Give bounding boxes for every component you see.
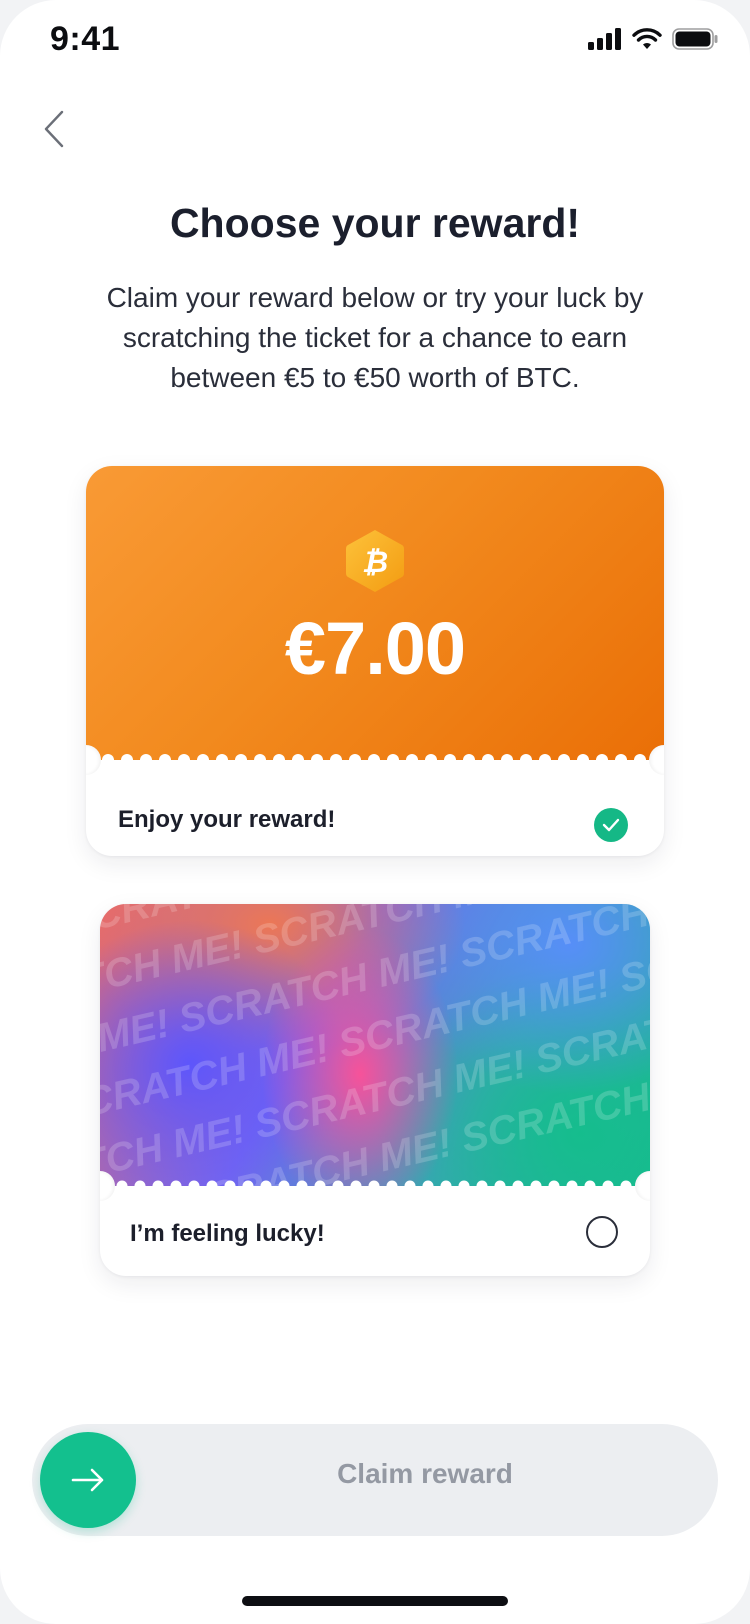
- reward-card-banner: ₿ €7.00: [86, 466, 664, 760]
- chevron-left-icon: [44, 110, 64, 148]
- battery-icon: [672, 28, 718, 50]
- scratch-ticket[interactable]: SCRATCH ME! SCRATCH ME! SCRATCH ME! SCRA…: [100, 904, 650, 1186]
- reward-card-label: Enjoy your reward!: [118, 806, 336, 833]
- page-title: Choose your reward!: [169, 200, 581, 246]
- claim-slider-knob[interactable]: [40, 1432, 136, 1528]
- perforation-divider: [116, 1180, 632, 1192]
- signal-icon: [588, 28, 621, 50]
- bitcoin-icon: ₿: [346, 530, 404, 592]
- arrow-right-icon: [71, 1468, 104, 1492]
- lucky-card[interactable]: SCRATCH ME! SCRATCH ME! SCRATCH ME! SCRA…: [100, 904, 650, 1276]
- lucky-card-label: I’m feeling lucky!: [130, 1220, 325, 1247]
- reward-card[interactable]: ₿ €7.00 Enjoy your reward!: [86, 466, 664, 856]
- back-button[interactable]: [36, 106, 72, 152]
- selected-check-radio[interactable]: [594, 808, 628, 842]
- claim-reward-label: Claim reward: [337, 1458, 513, 1489]
- status-icons: [588, 28, 718, 50]
- svg-text:₿: ₿: [362, 546, 388, 579]
- perforation-divider: [102, 754, 646, 766]
- reward-screen: 9:41 Choose your reward! Claim your rewa…: [0, 0, 750, 1624]
- lucky-radio-button[interactable]: [586, 1216, 618, 1248]
- page-subtitle: Claim your reward below or try your luck…: [106, 282, 644, 393]
- status-time: 9:41: [50, 20, 121, 58]
- claim-reward-slider[interactable]: Claim reward: [32, 1424, 718, 1536]
- reward-amount: €7.00: [284, 607, 466, 690]
- scratch-pattern: SCRATCH ME! SCRATCH ME! SCRATCH ME! SCRA…: [100, 904, 650, 1186]
- wifi-icon: [632, 28, 662, 49]
- check-icon: [602, 818, 620, 832]
- home-indicator: [242, 1596, 508, 1606]
